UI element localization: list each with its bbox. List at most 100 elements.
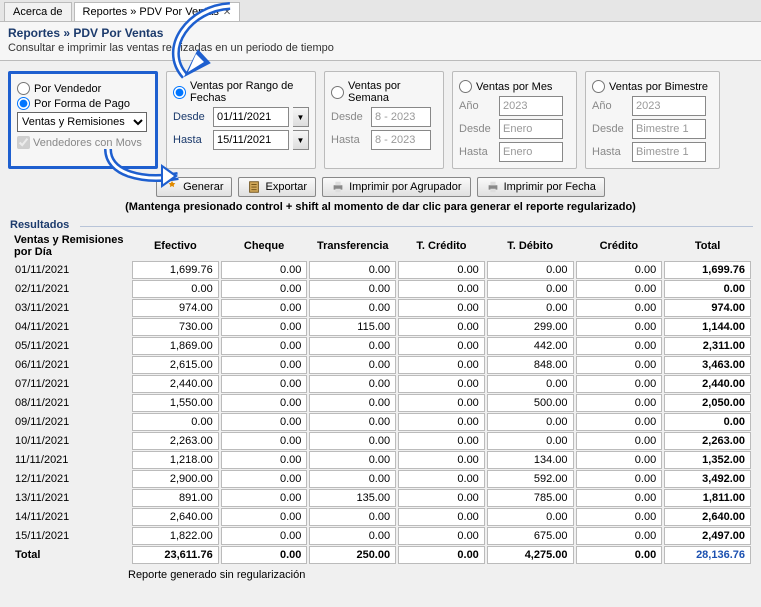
- data-cell: 0.00: [309, 508, 396, 526]
- data-cell: 0.00: [398, 261, 485, 279]
- data-cell: 1,550.00: [132, 394, 219, 412]
- data-cell: 0.00: [487, 299, 574, 317]
- radio-por-forma-pago[interactable]: Por Forma de Pago: [17, 97, 149, 110]
- table-row: 05/11/20211,869.000.000.000.00442.000.00…: [10, 337, 751, 355]
- data-cell: 675.00: [487, 527, 574, 545]
- data-cell: 1,352.00: [664, 451, 751, 469]
- radio-label: Ventas por Semana: [348, 80, 437, 104]
- data-cell: 0.00: [398, 299, 485, 317]
- combo-ventas-remisiones[interactable]: Ventas y Remisiones: [17, 112, 147, 132]
- tab-acerca-de[interactable]: Acerca de: [4, 2, 72, 21]
- imprimir-fecha-button[interactable]: Imprimir por Fecha: [477, 177, 605, 197]
- data-cell: 0.00: [576, 261, 663, 279]
- data-cell: 1,822.00: [132, 527, 219, 545]
- data-cell: 0.00: [398, 508, 485, 526]
- dropdown-icon[interactable]: ▼: [293, 130, 309, 150]
- ano-input: [499, 96, 563, 116]
- hasta-label: Hasta: [459, 146, 495, 158]
- data-cell: 0.00: [221, 375, 308, 393]
- hasta-label: Hasta: [331, 134, 367, 146]
- generar-button[interactable]: Generar: [156, 177, 232, 197]
- radio-por-vendedor[interactable]: Por Vendedor: [17, 82, 149, 95]
- data-cell: 0.00: [309, 261, 396, 279]
- exportar-button[interactable]: Exportar: [238, 177, 316, 197]
- table-row: 14/11/20212,640.000.000.000.000.000.002,…: [10, 508, 751, 526]
- radio-bimestre-input[interactable]: [592, 80, 605, 93]
- col-cheque: Cheque: [221, 232, 308, 260]
- data-cell: 0.00: [398, 413, 485, 431]
- table-row: 13/11/2021891.000.00135.000.00785.000.00…: [10, 489, 751, 507]
- radio-por-forma-pago-input[interactable]: [17, 97, 30, 110]
- total-grand-cell: 28,136.76: [664, 546, 751, 564]
- desde-input[interactable]: [213, 107, 289, 127]
- table-row: 11/11/20211,218.000.000.000.00134.000.00…: [10, 451, 751, 469]
- bimestre-group: Ventas por Bimestre Año Desde Hasta: [585, 71, 720, 169]
- data-cell: 0.00: [132, 280, 219, 298]
- row-date: 11/11/2021: [10, 451, 130, 469]
- desde-input: [499, 119, 563, 139]
- data-cell: 115.00: [309, 318, 396, 336]
- radio-label: Ventas por Bimestre: [609, 81, 708, 93]
- subheader-label: Ventas y Remisiones por Día: [10, 232, 130, 260]
- semana-group: Ventas por Semana Desde Hasta: [324, 71, 444, 169]
- data-cell: 0.00: [398, 394, 485, 412]
- total-cell: 250.00: [309, 546, 396, 564]
- hasta-label: Hasta: [592, 146, 628, 158]
- data-cell: 2,640.00: [132, 508, 219, 526]
- desde-label: Desde: [459, 123, 495, 135]
- radio-por-vendedor-input[interactable]: [17, 82, 30, 95]
- check-vendedores-movs[interactable]: Vendedores con Movs: [17, 136, 149, 149]
- data-cell: 0.00: [309, 299, 396, 317]
- tab-reportes-pdv[interactable]: Reportes » PDV Por Ventas ✕: [74, 2, 241, 21]
- table-row: 15/11/20211,822.000.000.000.00675.000.00…: [10, 527, 751, 545]
- printer-icon: [486, 180, 500, 194]
- data-cell: 299.00: [487, 318, 574, 336]
- data-cell: 0.00: [576, 337, 663, 355]
- dropdown-icon[interactable]: ▼: [293, 107, 309, 127]
- data-cell: 500.00: [487, 394, 574, 412]
- row-date: 15/11/2021: [10, 527, 130, 545]
- data-cell: 0.00: [576, 527, 663, 545]
- data-cell: 0.00: [221, 337, 308, 355]
- data-cell: 0.00: [398, 527, 485, 545]
- radio-mes[interactable]: Ventas por Mes: [459, 80, 570, 93]
- gear-icon: [165, 180, 179, 194]
- tab-label: Acerca de: [13, 6, 63, 18]
- close-icon[interactable]: ✕: [223, 7, 231, 18]
- radio-rango-fechas-input[interactable]: [173, 86, 186, 99]
- data-cell: 0.00: [221, 356, 308, 374]
- imprimir-agrupador-button[interactable]: Imprimir por Agrupador: [322, 177, 471, 197]
- data-cell: 0.00: [309, 356, 396, 374]
- data-cell: 0.00: [576, 318, 663, 336]
- radio-semana[interactable]: Ventas por Semana: [331, 80, 437, 104]
- data-cell: 0.00: [221, 413, 308, 431]
- data-cell: 0.00: [487, 375, 574, 393]
- row-date: 08/11/2021: [10, 394, 130, 412]
- tab-label: Reportes » PDV Por Ventas: [83, 6, 219, 18]
- resultados-title: Resultados: [0, 217, 761, 231]
- ano-label: Año: [592, 100, 628, 112]
- total-cell: 23,611.76: [132, 546, 219, 564]
- data-cell: 0.00: [221, 318, 308, 336]
- check-label: Vendedores con Movs: [33, 137, 142, 149]
- table-row: 12/11/20212,900.000.000.000.00592.000.00…: [10, 470, 751, 488]
- data-cell: 0.00: [221, 451, 308, 469]
- data-cell: 135.00: [309, 489, 396, 507]
- data-cell: 0.00: [576, 470, 663, 488]
- data-cell: 1,218.00: [132, 451, 219, 469]
- table-row: 02/11/20210.000.000.000.000.000.000.00: [10, 280, 751, 298]
- hasta-input[interactable]: [213, 130, 289, 150]
- data-cell: 2,440.00: [664, 375, 751, 393]
- radio-label: Ventas por Rango de Fechas: [190, 80, 309, 104]
- radio-semana-input[interactable]: [331, 86, 344, 99]
- row-date: 05/11/2021: [10, 337, 130, 355]
- radio-bimestre[interactable]: Ventas por Bimestre: [592, 80, 713, 93]
- desde-input: [371, 107, 431, 127]
- row-date: 07/11/2021: [10, 375, 130, 393]
- data-cell: 0.00: [309, 375, 396, 393]
- data-cell: 1,699.76: [664, 261, 751, 279]
- radio-mes-input[interactable]: [459, 80, 472, 93]
- radio-rango-fechas[interactable]: Ventas por Rango de Fechas: [173, 80, 309, 104]
- data-cell: 0.00: [398, 470, 485, 488]
- export-icon: [247, 180, 261, 194]
